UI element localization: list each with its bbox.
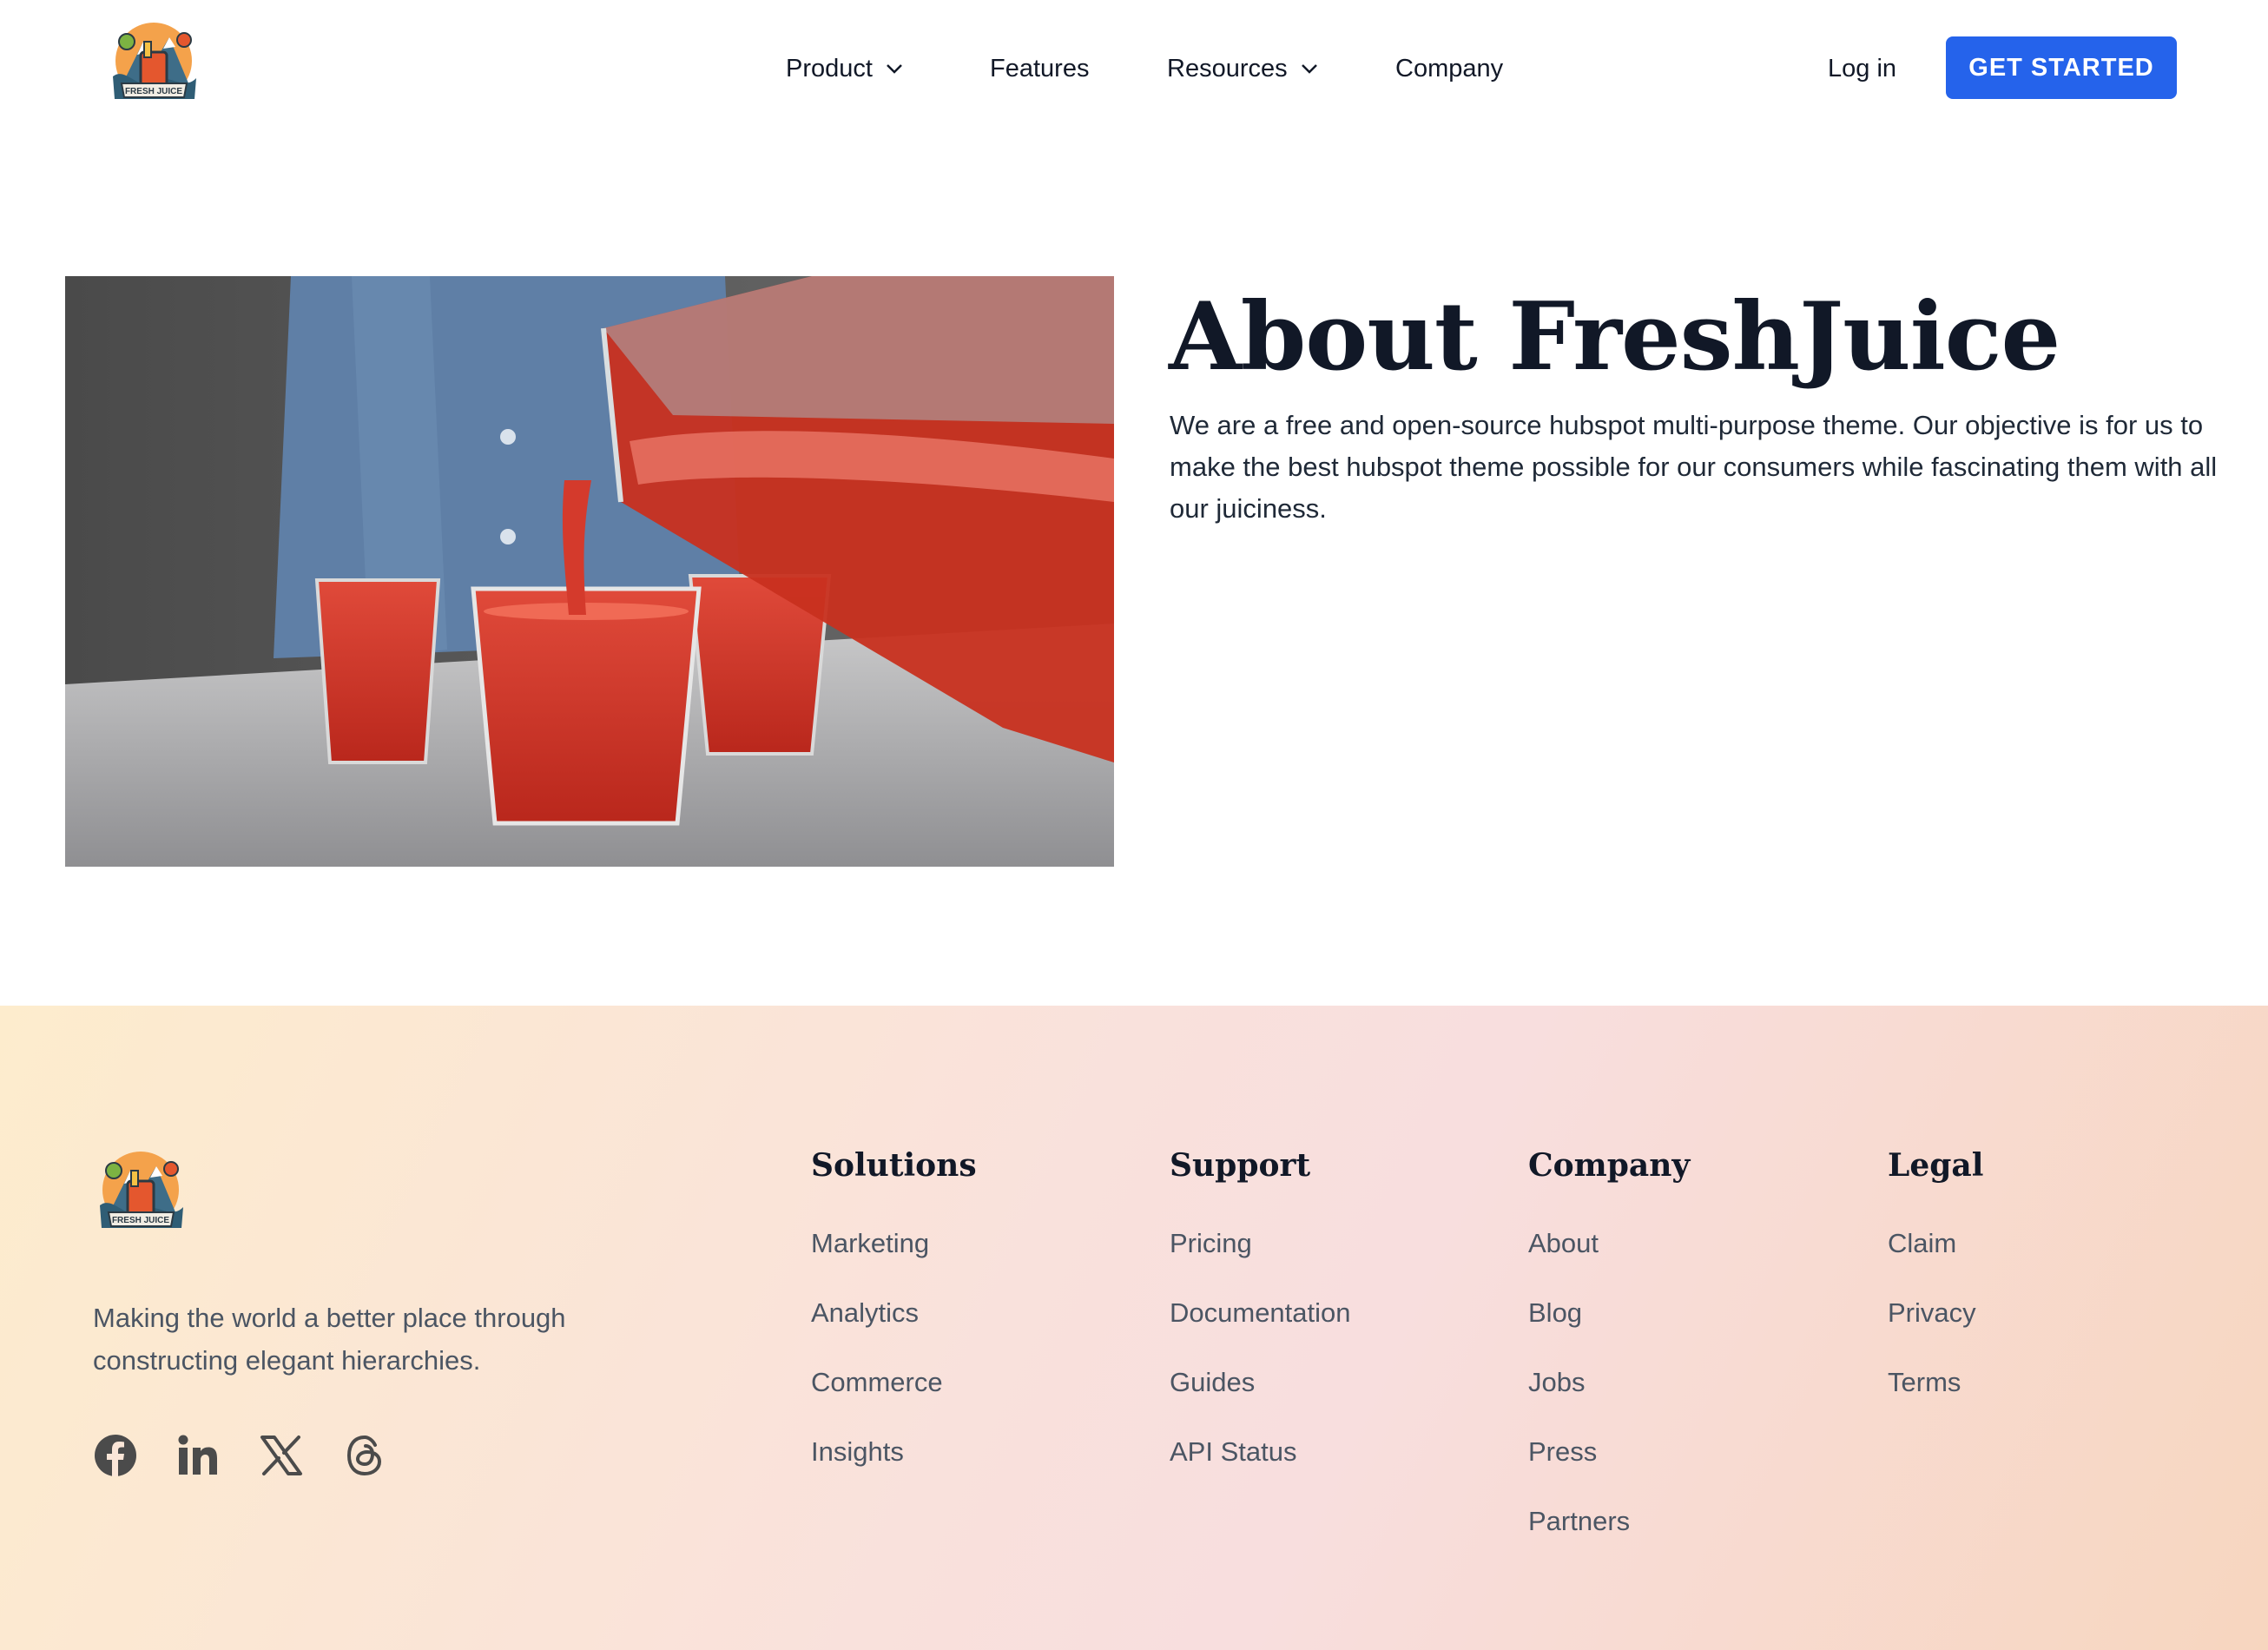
footer-col-legal: Legal Claim Privacy Terms (1888, 1145, 1983, 1435)
footer-col-title: Support (1170, 1147, 1311, 1184)
nav-resources[interactable]: Resources (1167, 49, 1319, 89)
footer-link-insights[interactable]: Insights (811, 1435, 977, 1469)
nav-resources-label: Resources (1167, 54, 1288, 82)
footer-link-pricing[interactable]: Pricing (1170, 1226, 1351, 1261)
footer-col-support: Support Pricing Documentation Guides API… (1170, 1145, 1351, 1504)
footer-col-solutions: Solutions Marketing Analytics Commerce I… (811, 1145, 977, 1504)
facebook-icon[interactable] (93, 1433, 138, 1478)
footer-col-company: Company About Blog Jobs Press Partners (1528, 1145, 1690, 1574)
footer-link-api-status[interactable]: API Status (1170, 1435, 1351, 1469)
linkedin-icon[interactable] (176, 1433, 221, 1478)
footer-link-partners[interactable]: Partners (1528, 1504, 1690, 1539)
footer-link-claim[interactable]: Claim (1888, 1226, 1983, 1261)
nav-product[interactable]: Product (786, 49, 904, 89)
footer-link-list: Pricing Documentation Guides API Status (1170, 1226, 1351, 1469)
get-started-button[interactable]: GET STARTED (1946, 36, 2177, 99)
footer-link-privacy[interactable]: Privacy (1888, 1296, 1983, 1330)
site-header: FRESH JUICE Product Features Resources C… (0, 0, 2268, 137)
freshjuice-logo[interactable]: FRESH JUICE (104, 16, 204, 116)
footer-tagline: Making the world a better place through … (93, 1303, 566, 1376)
site-footer: FRESH JUICE Making the world a better pl… (0, 1006, 2268, 1650)
footer-link-blog[interactable]: Blog (1528, 1296, 1690, 1330)
about-description: We are a free and open-source hubspot mu… (1170, 410, 2218, 524)
nav-company-label: Company (1395, 54, 1504, 82)
footer-link-about[interactable]: About (1528, 1226, 1690, 1261)
footer-link-list: About Blog Jobs Press Partners (1528, 1226, 1690, 1539)
footer-col-title: Legal (1888, 1147, 1984, 1184)
login-link[interactable]: Log in (1828, 49, 1896, 89)
nav-product-label: Product (786, 54, 873, 82)
x-icon[interactable] (259, 1433, 304, 1478)
hero-image (65, 276, 1114, 867)
nav-company[interactable]: Company (1395, 49, 1503, 89)
footer-link-press[interactable]: Press (1528, 1435, 1690, 1469)
footer-link-marketing[interactable]: Marketing (811, 1226, 977, 1261)
footer-link-jobs[interactable]: Jobs (1528, 1365, 1690, 1400)
footer-col-title: Company (1528, 1147, 1691, 1184)
nav-features[interactable]: Features (990, 49, 1089, 89)
footer-logo-wordmark: FRESH JUICE (112, 1216, 169, 1225)
juice-pouring-illustration (65, 276, 1114, 867)
footer-link-commerce[interactable]: Commerce (811, 1365, 977, 1400)
login-label: Log in (1828, 54, 1897, 82)
footer-col-title: Solutions (811, 1147, 977, 1184)
footer-freshjuice-logo[interactable]: FRESH JUICE (91, 1145, 191, 1244)
logo-wordmark: FRESH JUICE (125, 87, 182, 96)
footer-link-analytics[interactable]: Analytics (811, 1296, 977, 1330)
footer-link-documentation[interactable]: Documentation (1170, 1296, 1351, 1330)
threads-icon[interactable] (342, 1433, 387, 1478)
chevron-down-icon (1301, 64, 1317, 74)
page-title: About FreshJuice (1169, 282, 2060, 392)
nav-features-label: Features (990, 54, 1090, 82)
footer-link-list: Claim Privacy Terms (1888, 1226, 1983, 1400)
footer-link-guides[interactable]: Guides (1170, 1365, 1351, 1400)
footer-link-list: Marketing Analytics Commerce Insights (811, 1226, 977, 1469)
chevron-down-icon (887, 64, 902, 74)
footer-link-terms[interactable]: Terms (1888, 1365, 1983, 1400)
